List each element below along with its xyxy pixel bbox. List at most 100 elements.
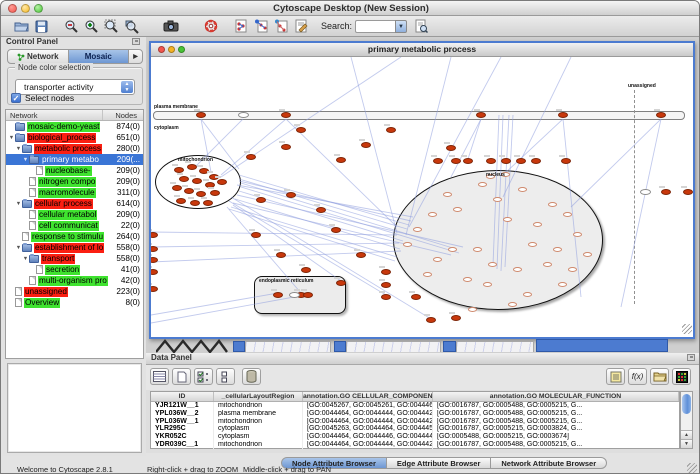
tree-row[interactable]: response to stimulu264(0) [6,231,143,242]
network-node[interactable] [192,178,202,184]
background-window-corner[interactable] [233,341,245,352]
network-node[interactable] [217,179,227,185]
attribute-table-header[interactable]: ID _cellularLayoutRegion annotation.GO C… [151,392,679,402]
network-edge[interactable] [503,57,571,197]
network-node[interactable] [296,127,306,133]
tree-row[interactable]: secretion41(0) [6,264,143,275]
network-node[interactable] [486,158,496,164]
network-node[interactable] [413,227,422,232]
import-attribute-button[interactable] [650,368,669,385]
tree-row[interactable]: ▼biological_process651(0) [6,132,143,143]
network-edge[interactable] [406,57,451,235]
network-node[interactable] [463,158,473,164]
network-edge[interactable] [221,119,286,175]
snapshot-button[interactable] [161,18,181,35]
network-node[interactable] [403,242,412,247]
network-edge[interactable] [241,183,456,249]
network-node[interactable] [483,282,492,287]
scroll-down-icon[interactable]: ▼ [681,439,692,448]
network-edge[interactable] [231,197,431,319]
network-node[interactable] [451,158,461,164]
network-node[interactable] [172,185,182,191]
column-header[interactable]: annotation.GO CELLULAR_COMPONENT [303,392,433,401]
save-session-button[interactable] [31,18,51,35]
network-node[interactable] [289,292,300,298]
tree-expander-icon[interactable]: ▼ [22,256,29,262]
network-node[interactable] [336,280,346,286]
network-node[interactable] [246,154,256,160]
table-row[interactable]: YPL036W__1mitochondrion[GO:0044464, GO:0… [151,418,679,426]
network-node[interactable] [428,212,437,217]
network-node[interactable] [187,164,197,170]
network-node[interactable] [561,158,571,164]
background-window-fragment[interactable] [346,341,441,352]
column-header[interactable]: annotation.GO MOLECULAR_FUNCTION [433,392,679,401]
tree-row[interactable]: nucleobase-209(0) [6,165,143,176]
annotation-button[interactable] [291,18,311,35]
network-node[interactable] [433,158,443,164]
network-node[interactable] [448,247,457,252]
network-node[interactable] [503,217,512,222]
network-node[interactable] [516,158,526,164]
tree-row[interactable]: cellular metabol209(0) [6,209,143,220]
network-node[interactable] [640,189,651,195]
open-session-button[interactable] [11,18,31,35]
table-row[interactable]: YPL036W__2plasma membrane[GO:0044464, GO… [151,410,679,418]
network-node[interactable] [493,197,502,202]
network-node[interactable] [583,252,592,257]
network-edge[interactable] [621,119,661,307]
tree-row[interactable]: cell communicat22(0) [6,220,143,231]
network-node[interactable] [563,212,572,217]
attribute-list-button[interactable] [216,368,235,385]
network-node[interactable] [251,232,261,238]
network-node[interactable] [386,127,396,133]
network-node[interactable] [568,267,577,272]
network-node[interactable] [501,158,511,164]
network-node[interactable] [356,252,366,258]
tree-row[interactable]: nitrogen compo209(0) [6,176,143,187]
network-edge[interactable] [409,57,501,227]
network-node[interactable] [553,247,562,252]
network-node[interactable] [361,142,371,148]
network-node[interactable] [518,187,527,192]
scrollbar-thumb[interactable] [682,394,691,414]
import-expression-button[interactable] [271,18,291,35]
network-node[interactable] [331,227,341,233]
background-window-fragment[interactable] [456,341,534,352]
column-header[interactable]: _cellularLayoutRegion [214,392,303,401]
network-node[interactable] [661,189,671,195]
network-edge[interactable] [468,119,481,159]
network-node[interactable] [423,272,432,277]
float-panel-icon[interactable] [687,354,695,361]
network-node[interactable] [451,315,461,321]
table-scrollbar[interactable]: ▲ ▼ [680,391,693,449]
network-node[interactable] [656,112,666,118]
tree-expander-icon[interactable]: ▼ [15,146,22,152]
attribute-notes-button[interactable] [606,368,625,385]
network-node[interactable] [488,262,497,267]
network-node[interactable] [446,145,456,151]
network-node[interactable] [381,269,391,275]
tree-row[interactable]: ▼metabolic process280(0) [6,143,143,154]
search-options-button[interactable] [411,18,431,35]
tree-row[interactable]: unassigned223(0) [6,286,143,297]
network-node[interactable] [210,190,220,196]
network-node[interactable] [316,207,326,213]
select-nodes-checkbox[interactable]: ✓ [11,93,21,103]
tab-scroll-right-icon[interactable]: ▶ [129,50,142,63]
tree-expander-icon[interactable]: ▼ [15,201,22,207]
network-window-titlebar[interactable]: primary metabolic process [151,43,693,57]
network-node[interactable] [683,189,693,195]
network-node[interactable] [303,292,313,298]
formula-builder-button[interactable]: f(x) [628,368,647,385]
network-node[interactable] [286,192,296,198]
network-node[interactable] [478,182,487,187]
network-node[interactable] [426,317,436,323]
network-edge[interactable] [233,205,341,281]
network-node[interactable] [301,267,311,273]
network-node[interactable] [179,176,189,182]
matrix-view-button[interactable] [672,368,691,385]
table-row[interactable]: YDR039C__1mitochondrion[GO:0044464, GO:0… [151,441,679,449]
network-node[interactable] [528,242,537,247]
search-dropdown-arrow[interactable]: ▼ [395,20,407,33]
